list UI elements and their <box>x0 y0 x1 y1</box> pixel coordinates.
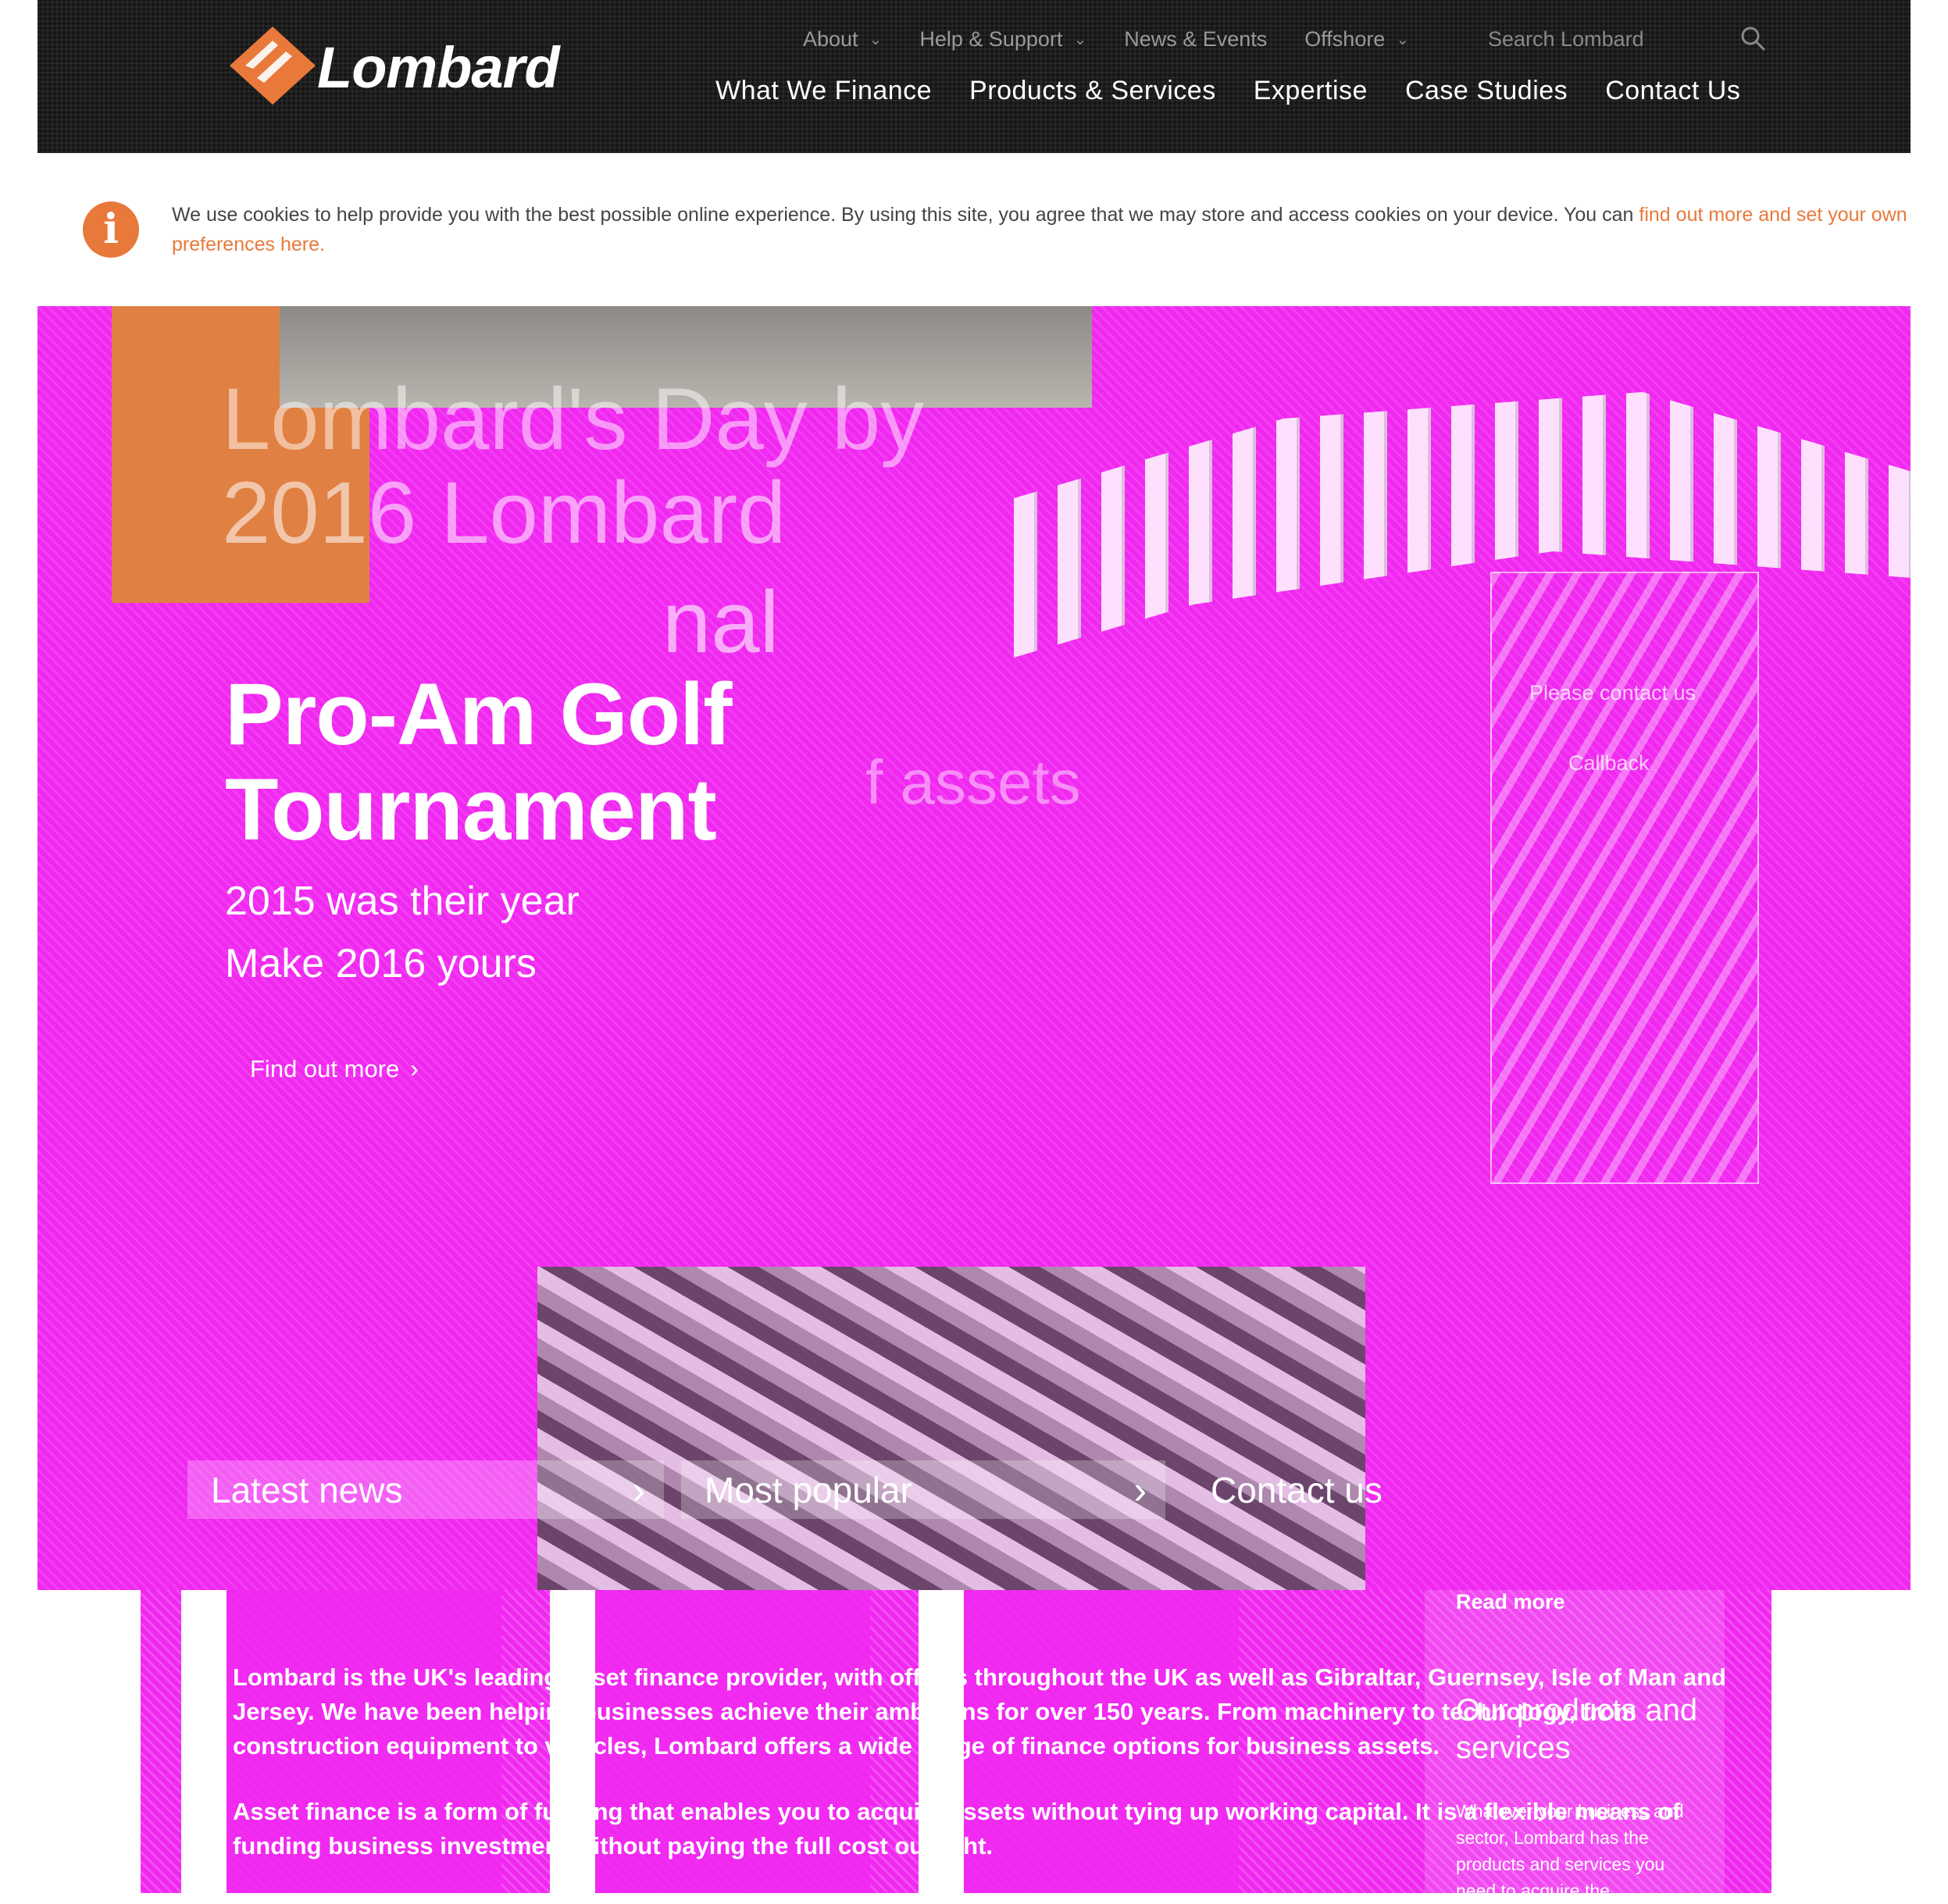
nav-case-studies[interactable]: Case Studies <box>1405 76 1568 106</box>
topnav-about[interactable]: About ⌄ <box>803 27 882 52</box>
chevron-down-icon: ⌄ <box>1073 30 1087 48</box>
hero-title-line: Pro-Am Golf <box>225 665 733 763</box>
hero-ghost-text: 2016 Lombard <box>222 464 787 562</box>
topnav-news-label: News & Events <box>1124 27 1268 51</box>
chevron-right-icon: › <box>632 1467 645 1512</box>
nav-expertise[interactable]: Expertise <box>1254 76 1368 106</box>
tab-contact-us[interactable]: Contact us <box>1187 1460 1515 1519</box>
topnav-help-support[interactable]: Help & Support ⌄ <box>919 27 1086 52</box>
search-box <box>1486 17 1775 61</box>
chevron-right-icon: › <box>1133 1467 1147 1512</box>
chevron-down-icon: ⌄ <box>869 30 883 48</box>
find-out-more-link[interactable]: Find out more › <box>250 1054 419 1083</box>
utility-nav: About ⌄ Help & Support ⌄ News & Events O… <box>803 23 1447 55</box>
cookie-text: We use cookies to help provide you with … <box>172 200 1945 259</box>
topnav-help-label: Help & Support <box>919 27 1063 51</box>
info-icon: i <box>83 201 139 258</box>
topnav-offshore[interactable]: Offshore ⌄ <box>1304 27 1409 52</box>
tab-latest-news[interactable]: Latest news › <box>187 1460 664 1519</box>
hero-image-panel <box>1490 572 1759 1184</box>
hero-image-building <box>1014 392 1911 658</box>
topnav-news-events[interactable]: News & Events <box>1124 27 1267 52</box>
products-sidebar: Read more Our products and services What… <box>1425 1590 1725 1901</box>
hero-ghost-text: Lombard's Day by <box>222 370 925 468</box>
hero-title: Pro-Am Golf Tournament <box>225 667 772 858</box>
nav-contact-us[interactable]: Contact Us <box>1605 76 1740 106</box>
hero-ghost-text: nal <box>662 573 780 671</box>
hero-subtitle-line: 2015 was their year <box>225 879 580 924</box>
search-icon[interactable] <box>1738 23 1769 55</box>
hero-subtitle-line: Make 2016 yours <box>225 941 537 986</box>
site-header: Lombard About ⌄ Help & Support ⌄ News & … <box>37 0 1911 153</box>
tab-most-popular-label: Most popular <box>705 1469 912 1510</box>
tab-contact-us-label: Contact us <box>1211 1469 1383 1510</box>
hero-callback-link[interactable]: Callback <box>1568 751 1650 776</box>
hero-image-photo <box>537 1267 1365 1590</box>
search-input[interactable] <box>1486 26 1724 52</box>
hero-title-line: Tournament <box>225 761 717 858</box>
cookie-message: We use cookies to help provide you with … <box>172 204 1639 226</box>
chevron-down-icon: ⌄ <box>1396 30 1410 48</box>
hero-subtitle: 2015 was their year Make 2016 yours <box>225 870 580 995</box>
hero-ghost-text: f assets <box>865 747 1081 817</box>
tab-latest-news-label: Latest news <box>211 1469 403 1510</box>
logo-wordmark: Lombard <box>317 35 560 100</box>
hero-contact-link[interactable]: Please contact us <box>1529 681 1696 705</box>
sidebar-heading: Our products and services <box>1456 1693 1698 1765</box>
lombard-logo-icon <box>230 27 316 105</box>
read-more-link[interactable]: Read more <box>1456 1590 1565 1614</box>
content-tabs: Latest news › Most popular › Contact us <box>187 1460 1383 1519</box>
cookie-notice: i We use cookies to help provide you wit… <box>83 195 1907 266</box>
find-out-more-label: Find out more <box>250 1054 400 1082</box>
topnav-about-label: About <box>803 27 858 51</box>
lombard-logo[interactable]: Lombard <box>230 23 605 109</box>
topnav-offshore-label: Offshore <box>1304 27 1386 51</box>
sidebar-body: Whatever your business and sector, Lomba… <box>1456 1801 1684 1901</box>
nav-what-we-finance[interactable]: What We Finance <box>715 76 932 106</box>
tab-most-popular[interactable]: Most popular › <box>681 1460 1165 1519</box>
hero-banner: Lombard's Day by 2016 Lombard nal f asse… <box>37 306 1911 1590</box>
nav-products-services[interactable]: Products & Services <box>969 76 1216 106</box>
main-nav: What We Finance Products & Services Expe… <box>715 67 1778 114</box>
chevron-right-icon: › <box>410 1054 419 1082</box>
